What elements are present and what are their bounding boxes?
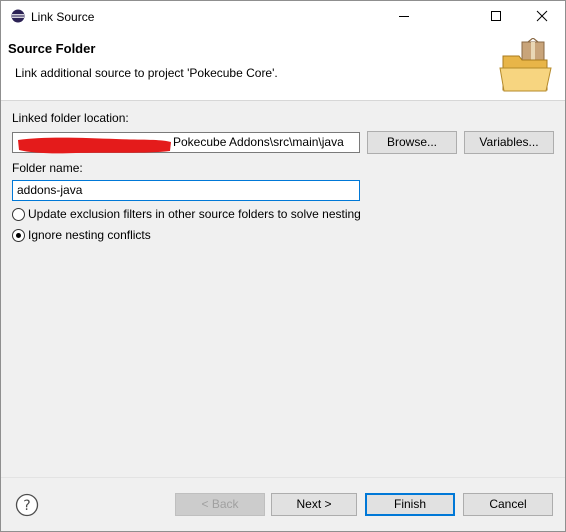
back-button[interactable]: < Back <box>175 493 265 516</box>
maximize-button[interactable] <box>473 1 519 32</box>
radio-label: Update exclusion filters in other source… <box>28 207 361 221</box>
finish-button[interactable]: Finish <box>365 493 455 516</box>
page-title: Source Folder <box>8 41 96 56</box>
radio-update-exclusion[interactable]: Update exclusion filters in other source… <box>12 207 372 223</box>
radio-button[interactable] <box>12 229 25 242</box>
close-icon <box>536 10 548 22</box>
maximize-icon <box>491 11 501 21</box>
footer-separator <box>1 477 565 478</box>
eclipse-icon <box>11 9 25 23</box>
linked-folder-label: Linked folder location: <box>12 111 129 125</box>
folder-package-icon <box>499 38 552 92</box>
svg-text:?: ? <box>23 498 30 514</box>
window-title: Link Source <box>31 10 95 24</box>
next-button[interactable]: Next > <box>271 493 357 516</box>
cancel-button[interactable]: Cancel <box>463 493 553 516</box>
redaction-mark <box>18 137 171 154</box>
radio-button[interactable] <box>12 208 25 221</box>
radio-label: Ignore nesting conflicts <box>28 228 151 242</box>
link-source-dialog: Link Source Source Folder Link additiona… <box>0 0 566 532</box>
radio-ignore-nesting[interactable]: Ignore nesting conflicts <box>12 228 212 244</box>
minimize-button[interactable] <box>381 1 427 32</box>
title-bar: Link Source <box>1 1 565 32</box>
help-icon[interactable]: ? <box>15 493 39 517</box>
variables-button[interactable]: Variables... <box>464 131 554 154</box>
page-description: Link additional source to project 'Pokec… <box>15 66 278 80</box>
folder-name-label: Folder name: <box>12 161 83 175</box>
browse-button[interactable]: Browse... <box>367 131 457 154</box>
wizard-banner: Source Folder Link additional source to … <box>1 32 565 101</box>
minimize-icon <box>399 16 409 17</box>
folder-name-field[interactable]: addons-java <box>12 180 360 201</box>
close-button[interactable] <box>519 1 565 32</box>
